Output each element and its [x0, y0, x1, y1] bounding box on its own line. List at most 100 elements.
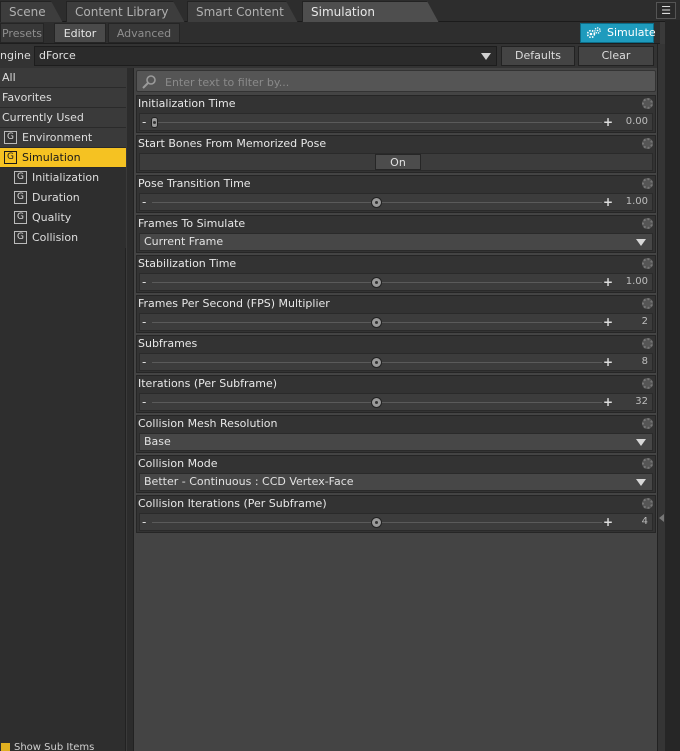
- sidebar-item-label: Environment: [22, 131, 93, 144]
- sidebar-item-environment[interactable]: G Environment: [0, 128, 126, 148]
- minus-icon[interactable]: -: [142, 116, 146, 128]
- tab-scene[interactable]: Scene: [0, 1, 63, 23]
- clear-button[interactable]: Clear: [578, 46, 654, 66]
- property-value[interactable]: 32: [635, 396, 648, 407]
- tab-label: Advanced: [116, 27, 172, 40]
- sidebar-item-simulation[interactable]: G Simulation: [0, 148, 126, 168]
- pane-divider[interactable]: [657, 44, 665, 751]
- gear-icon[interactable]: [642, 418, 653, 429]
- engine-label: ngine :: [0, 49, 38, 62]
- toggle-button[interactable]: On: [375, 154, 421, 170]
- gear-icon[interactable]: [642, 98, 653, 109]
- slider-knob[interactable]: [371, 517, 382, 528]
- property-slider[interactable]: - +32: [139, 393, 653, 411]
- gear-icon[interactable]: [642, 258, 653, 269]
- property-slider[interactable]: - +1.00: [139, 193, 653, 211]
- filter-input[interactable]: [165, 74, 645, 90]
- minus-icon[interactable]: -: [142, 516, 146, 528]
- property-value[interactable]: 0.00: [626, 116, 648, 127]
- property-row: Collision Iterations (Per Subframe) - +4: [136, 495, 656, 533]
- gear-icon[interactable]: [642, 298, 653, 309]
- pane-menu-icon[interactable]: ☰: [656, 2, 676, 19]
- gear-icon[interactable]: [642, 178, 653, 189]
- property-value[interactable]: 4: [642, 516, 648, 527]
- collapse-arrow-icon[interactable]: [659, 514, 664, 522]
- tab-content-library[interactable]: Content Library: [66, 1, 185, 23]
- gear-icon[interactable]: [642, 378, 653, 389]
- tab-simulation-settings[interactable]: Simulation Settings: [302, 1, 439, 40]
- property-group-sidebar: All Favorites Currently Used G Environme…: [0, 68, 126, 751]
- sidebar-item-label: Favorites: [2, 91, 52, 104]
- property-slider[interactable]: - +8: [139, 353, 653, 371]
- property-row: Start Bones From Memorized Pose On: [136, 135, 656, 173]
- property-row: Frames Per Second (FPS) Multiplier - +2: [136, 295, 656, 333]
- property-select[interactable]: Better - Continuous : CCD Vertex-Face: [139, 473, 653, 491]
- sidebar-item-currently-used[interactable]: Currently Used: [0, 108, 126, 128]
- engine-row: ngine : dForce Defaults Clear: [0, 44, 660, 68]
- property-slider[interactable]: - +2: [139, 313, 653, 331]
- property-select[interactable]: Current Frame: [139, 233, 653, 251]
- gear-icon[interactable]: [642, 138, 653, 149]
- gear-icon[interactable]: [642, 458, 653, 469]
- property-slider[interactable]: - +1.00: [139, 273, 653, 291]
- defaults-label: Defaults: [515, 49, 561, 62]
- group-icon: G: [14, 211, 27, 224]
- sidebar-item-duration[interactable]: G Duration: [0, 188, 126, 208]
- sidebar-item-collision[interactable]: G Collision: [0, 228, 126, 248]
- minus-icon[interactable]: -: [142, 196, 146, 208]
- minus-icon[interactable]: -: [142, 356, 146, 368]
- sidebar-item-initialization[interactable]: G Initialization: [0, 168, 126, 188]
- tab-advanced[interactable]: Advanced: [108, 23, 180, 43]
- engine-select[interactable]: dForce: [34, 46, 497, 66]
- property-value[interactable]: 8: [642, 356, 648, 367]
- sidebar-item-quality[interactable]: G Quality: [0, 208, 126, 228]
- simulate-button[interactable]: Simulate: [580, 23, 656, 43]
- sidebar-item-all[interactable]: All: [0, 68, 126, 88]
- gear-icon[interactable]: [642, 218, 653, 229]
- tab-editor[interactable]: Editor: [54, 23, 106, 43]
- minus-icon[interactable]: -: [142, 276, 146, 288]
- sidebar-item-label: Currently Used: [2, 111, 84, 124]
- sidebar-item-label: Simulation: [22, 151, 81, 164]
- tab-presets[interactable]: Presets: [0, 23, 44, 43]
- property-value[interactable]: 1.00: [626, 276, 648, 287]
- plus-icon[interactable]: +: [603, 276, 613, 288]
- plus-icon[interactable]: +: [603, 116, 613, 128]
- property-slider[interactable]: - +0.00: [139, 113, 653, 131]
- slider-track[interactable]: [152, 122, 602, 123]
- property-title: Frames Per Second (FPS) Multiplier: [138, 297, 330, 310]
- tab-smart-content[interactable]: Smart Content: [187, 1, 298, 23]
- plus-icon[interactable]: +: [603, 196, 613, 208]
- slider-knob[interactable]: [371, 277, 382, 288]
- slider-knob[interactable]: [151, 117, 158, 128]
- slider-knob[interactable]: [371, 357, 382, 368]
- gear-icon[interactable]: [642, 338, 653, 349]
- select-value: Base: [144, 435, 171, 448]
- sidebar-item-favorites[interactable]: Favorites: [0, 88, 126, 108]
- minus-icon[interactable]: -: [142, 316, 146, 328]
- gear-icon[interactable]: [642, 498, 653, 509]
- slider-knob[interactable]: [371, 317, 382, 328]
- viewport-edge: [665, 20, 680, 751]
- property-row: Collision Mesh Resolution Base: [136, 415, 656, 453]
- sidebar-item-label: Quality: [32, 211, 72, 224]
- plus-icon[interactable]: +: [603, 316, 613, 328]
- property-slider[interactable]: - +4: [139, 513, 653, 531]
- property-title: Frames To Simulate: [138, 217, 246, 230]
- plus-icon[interactable]: +: [603, 396, 613, 408]
- group-icon: G: [4, 131, 17, 144]
- editor-tab-bar: Presets Editor Advanced Simulate: [0, 22, 660, 44]
- slider-knob[interactable]: [371, 197, 382, 208]
- top-tab-bar: Scene Content Library Smart Content Simu…: [0, 0, 680, 40]
- show-sub-items-checkbox[interactable]: Show Sub Items: [0, 742, 126, 751]
- plus-icon[interactable]: +: [603, 516, 613, 528]
- property-select[interactable]: Base: [139, 433, 653, 451]
- property-value[interactable]: 2: [642, 316, 648, 327]
- group-icon: G: [14, 191, 27, 204]
- property-value[interactable]: 1.00: [626, 196, 648, 207]
- slider-knob[interactable]: [371, 397, 382, 408]
- search-icon[interactable]: [141, 74, 157, 90]
- plus-icon[interactable]: +: [603, 356, 613, 368]
- defaults-button[interactable]: Defaults: [501, 46, 575, 66]
- minus-icon[interactable]: -: [142, 396, 146, 408]
